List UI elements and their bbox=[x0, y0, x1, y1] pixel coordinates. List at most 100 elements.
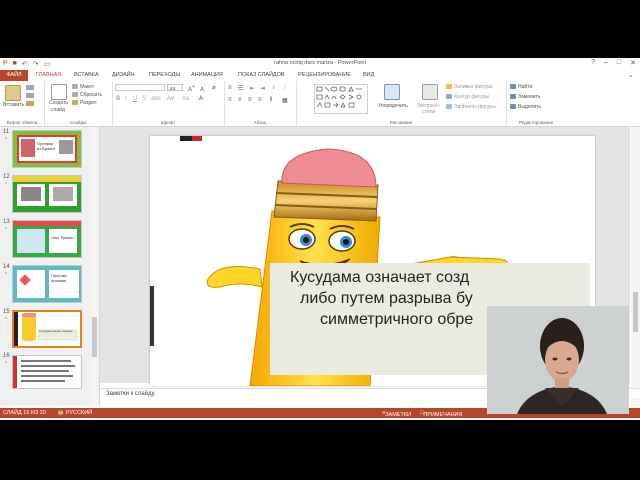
line-spacing-icon[interactable]: ↕ bbox=[272, 85, 275, 91]
tab-transitions[interactable]: ПЕРЕХОДЫ bbox=[149, 72, 180, 78]
tab-review[interactable]: РЕЦЕНЗИРОВАНИЕ bbox=[298, 72, 351, 78]
slide-transition-icon: * bbox=[5, 182, 7, 188]
shrink-font-icon[interactable]: A- bbox=[200, 84, 206, 93]
format-painter-icon[interactable] bbox=[26, 101, 34, 106]
align-left-icon[interactable]: ≡ bbox=[228, 97, 232, 103]
reset-button[interactable]: Сбросить bbox=[72, 92, 102, 98]
slide-thumbnail-16[interactable] bbox=[12, 355, 82, 389]
quick-styles-icon[interactable] bbox=[422, 84, 438, 100]
new-slide-icon[interactable] bbox=[51, 84, 67, 100]
notes-button[interactable]: ≡ ЗАМЕТКИ bbox=[382, 410, 411, 418]
shape-effects-button[interactable]: Эффекты фигуры bbox=[446, 104, 496, 110]
arrange-button[interactable]: Упорядочить bbox=[378, 103, 408, 109]
tab-animations[interactable]: АНИМАЦИЯ bbox=[191, 72, 223, 78]
tab-file[interactable]: ФАЙЛ bbox=[0, 70, 28, 81]
copy-icon[interactable] bbox=[26, 93, 34, 98]
slide-transition-icon: * bbox=[5, 317, 7, 323]
spacing-icon[interactable]: AV bbox=[167, 96, 175, 102]
maximize-icon[interactable]: □ bbox=[617, 59, 621, 67]
slide-thumbnail-14[interactable]: Простая оригами bbox=[12, 265, 82, 303]
slide-thumbnail-15[interactable]: Кусудама означает создание... bbox=[12, 310, 82, 348]
cut-icon[interactable] bbox=[26, 85, 34, 90]
tab-design[interactable]: ДИЗАЙН bbox=[112, 72, 135, 78]
font-size-select[interactable]: 24 bbox=[167, 84, 183, 91]
slide-thumbnail-11[interactable]: Оригами из бумаги bbox=[12, 130, 82, 168]
language-indicator[interactable]: РУССКИЙ bbox=[66, 410, 92, 416]
collapse-ribbon-icon[interactable]: ⌄ bbox=[628, 71, 634, 79]
slide-transition-icon: * bbox=[5, 272, 7, 278]
slide-transition-icon: * bbox=[5, 227, 7, 233]
slide-text-line-1: Кусудама означает созд bbox=[290, 269, 470, 286]
grow-font-icon[interactable]: A+ bbox=[188, 84, 195, 93]
outline-icon bbox=[446, 94, 452, 100]
section-button[interactable]: Раздел bbox=[72, 100, 97, 106]
shadow-icon[interactable]: S bbox=[142, 96, 146, 102]
slide-number-15: 15 bbox=[3, 309, 10, 315]
align-right-icon[interactable]: ≡ bbox=[248, 97, 252, 103]
columns-icon[interactable]: ‖ bbox=[270, 97, 272, 103]
shape-outline-button[interactable]: Контур фигуры bbox=[446, 94, 489, 100]
comments-button[interactable]: □ ПРИМЕЧАНИЯ bbox=[420, 410, 462, 418]
slide-thumbnail-12[interactable] bbox=[12, 175, 82, 213]
scrollbar-thumb[interactable] bbox=[92, 317, 97, 357]
tab-insert[interactable]: ВСТАВКА bbox=[74, 72, 99, 78]
shapes-gallery[interactable] bbox=[314, 84, 368, 114]
paste-icon[interactable] bbox=[5, 85, 21, 101]
change-case-icon[interactable]: Aa bbox=[182, 96, 189, 102]
arrange-icon[interactable] bbox=[384, 84, 400, 100]
close-icon[interactable]: ✕ bbox=[630, 59, 636, 67]
new-slide-label-1[interactable]: Создать bbox=[49, 100, 68, 106]
slide-number-16: 16 bbox=[3, 353, 10, 359]
shapes-icon bbox=[316, 86, 362, 108]
paste-button[interactable]: Вставить bbox=[3, 102, 24, 108]
shape-fill-button[interactable]: Заливка фигуры bbox=[446, 84, 492, 90]
find-button[interactable]: Найти bbox=[510, 84, 532, 90]
new-slide-label-2[interactable]: слайд bbox=[51, 107, 65, 113]
scrollbar-thumb[interactable] bbox=[633, 292, 638, 332]
quick-styles-label-2[interactable]: стили bbox=[422, 109, 435, 115]
thumbnail-text: Оригами из бумаги bbox=[37, 141, 56, 151]
text-direction-icon[interactable]: ⫶ bbox=[284, 85, 286, 92]
group-drawing-label: Рисование bbox=[389, 120, 413, 125]
decrease-indent-icon[interactable]: ⇤ bbox=[250, 85, 255, 92]
ribbon: Вставить Буфер обмена Создать слайд Маке… bbox=[0, 81, 640, 127]
help-icon[interactable]: ? bbox=[591, 59, 595, 67]
replace-icon bbox=[510, 94, 516, 100]
strikethrough-icon[interactable]: abc bbox=[151, 96, 161, 102]
window-controls: ? – □ ✕ bbox=[591, 59, 636, 67]
slide-number-12: 12 bbox=[3, 174, 10, 180]
slide-number-11: 11 bbox=[3, 129, 10, 135]
slide-text-line-3: симметричного обре bbox=[320, 311, 474, 328]
bullets-icon[interactable]: ≡ bbox=[228, 85, 232, 91]
layout-button[interactable]: Макет bbox=[72, 84, 94, 90]
slide-transition-icon: * bbox=[5, 137, 7, 143]
thumbnail-scrollbar[interactable] bbox=[91, 127, 98, 406]
group-font: 24 A+ A- ⌀ B I U S abc AV Aa A Шрифт bbox=[112, 81, 225, 126]
bold-icon[interactable]: B bbox=[116, 96, 120, 102]
group-editing: Найти Заменить Выделить Редактирование bbox=[506, 81, 566, 126]
justify-icon[interactable]: ≡ bbox=[258, 97, 262, 103]
slide-number-14: 14 bbox=[3, 264, 10, 270]
smartart-icon[interactable]: ▦ bbox=[282, 97, 288, 104]
select-button[interactable]: Выделить bbox=[510, 104, 541, 110]
minimize-icon[interactable]: – bbox=[604, 59, 608, 67]
slide-scrollbar[interactable] bbox=[631, 127, 640, 406]
spellcheck-icon[interactable]: ▤ bbox=[58, 410, 63, 416]
font-name-select[interactable] bbox=[115, 84, 165, 91]
underline-icon[interactable]: U bbox=[133, 96, 137, 102]
font-color-icon[interactable]: A bbox=[199, 96, 203, 102]
clear-format-icon[interactable]: ⌀ bbox=[212, 84, 216, 91]
group-slides-label: Слайды bbox=[69, 120, 87, 125]
increase-indent-icon[interactable]: ⇥ bbox=[260, 85, 265, 92]
tab-slideshow[interactable]: ПОКАЗ СЛАЙДОВ bbox=[238, 72, 285, 78]
slide-number-13: 13 bbox=[3, 219, 10, 225]
numbering-icon[interactable]: ☰ bbox=[238, 85, 243, 92]
tab-home[interactable]: ГЛАВНАЯ bbox=[36, 72, 61, 78]
slide-thumbnail-13[interactable]: Лист бумаги bbox=[12, 220, 82, 258]
window-title: rahna ochiq dars manza - PowerPoint bbox=[273, 60, 367, 66]
align-center-icon[interactable]: ≡ bbox=[238, 97, 242, 103]
replace-button[interactable]: Заменить bbox=[510, 94, 540, 100]
tab-view[interactable]: ВИД bbox=[363, 72, 374, 78]
italic-icon[interactable]: I bbox=[125, 96, 127, 102]
group-clipboard-label: Буфер обмена bbox=[6, 120, 38, 125]
